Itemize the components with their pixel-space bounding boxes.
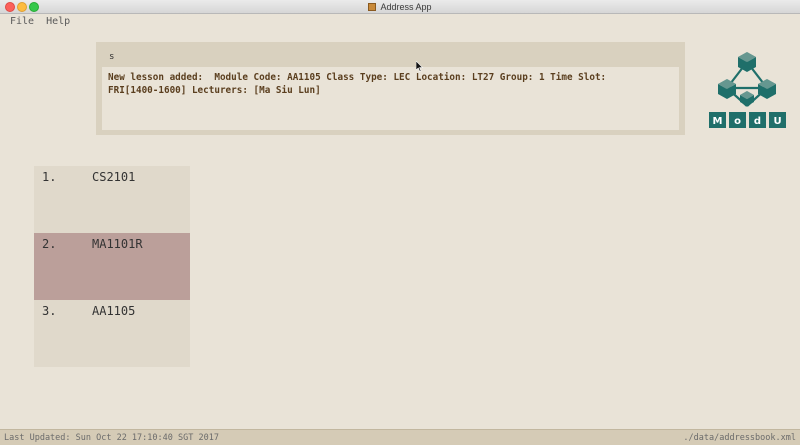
window-title-text: Address App [380, 1, 432, 12]
module-code: CS2101 [92, 170, 136, 184]
mouse-pointer-icon [416, 61, 424, 72]
logo-letter-d: d [754, 116, 761, 127]
command-panel: New lesson added: Module Code: AA1105 Cl… [96, 42, 685, 135]
file-path-status: ./data/addressbook.xml [683, 432, 796, 443]
module-code: AA1105 [92, 304, 136, 318]
menu-help[interactable]: Help [46, 16, 70, 27]
module-list-item[interactable]: 2. MA1101R [34, 233, 190, 300]
app-icon [368, 2, 377, 11]
logo-letter-u: U [773, 116, 781, 127]
module-list-item[interactable]: 3. AA1105 [34, 300, 190, 367]
modu-logo: M o d U [709, 52, 786, 128]
module-list-item[interactable]: 1. CS2101 [34, 166, 190, 233]
command-input[interactable] [104, 48, 684, 66]
window-titlebar: Address App [0, 0, 800, 14]
module-index: 2. [42, 237, 57, 251]
module-index: 3. [42, 304, 57, 318]
status-bar: Last Updated: Sun Oct 22 17:10:40 SGT 20… [0, 429, 800, 445]
window-title: Address App [0, 0, 800, 13]
module-code: MA1101R [92, 237, 143, 251]
logo-letter-o: o [734, 116, 741, 127]
menu-file[interactable]: File [10, 16, 34, 27]
logo-letter-m: M [713, 116, 723, 127]
module-index: 1. [42, 170, 57, 184]
module-list: 1. CS2101 2. MA1101R 3. AA1105 [34, 166, 190, 367]
menu-bar: File Help [0, 14, 800, 28]
last-updated-status: Last Updated: Sun Oct 22 17:10:40 SGT 20… [4, 432, 219, 443]
result-display: New lesson added: Module Code: AA1105 Cl… [102, 67, 679, 130]
